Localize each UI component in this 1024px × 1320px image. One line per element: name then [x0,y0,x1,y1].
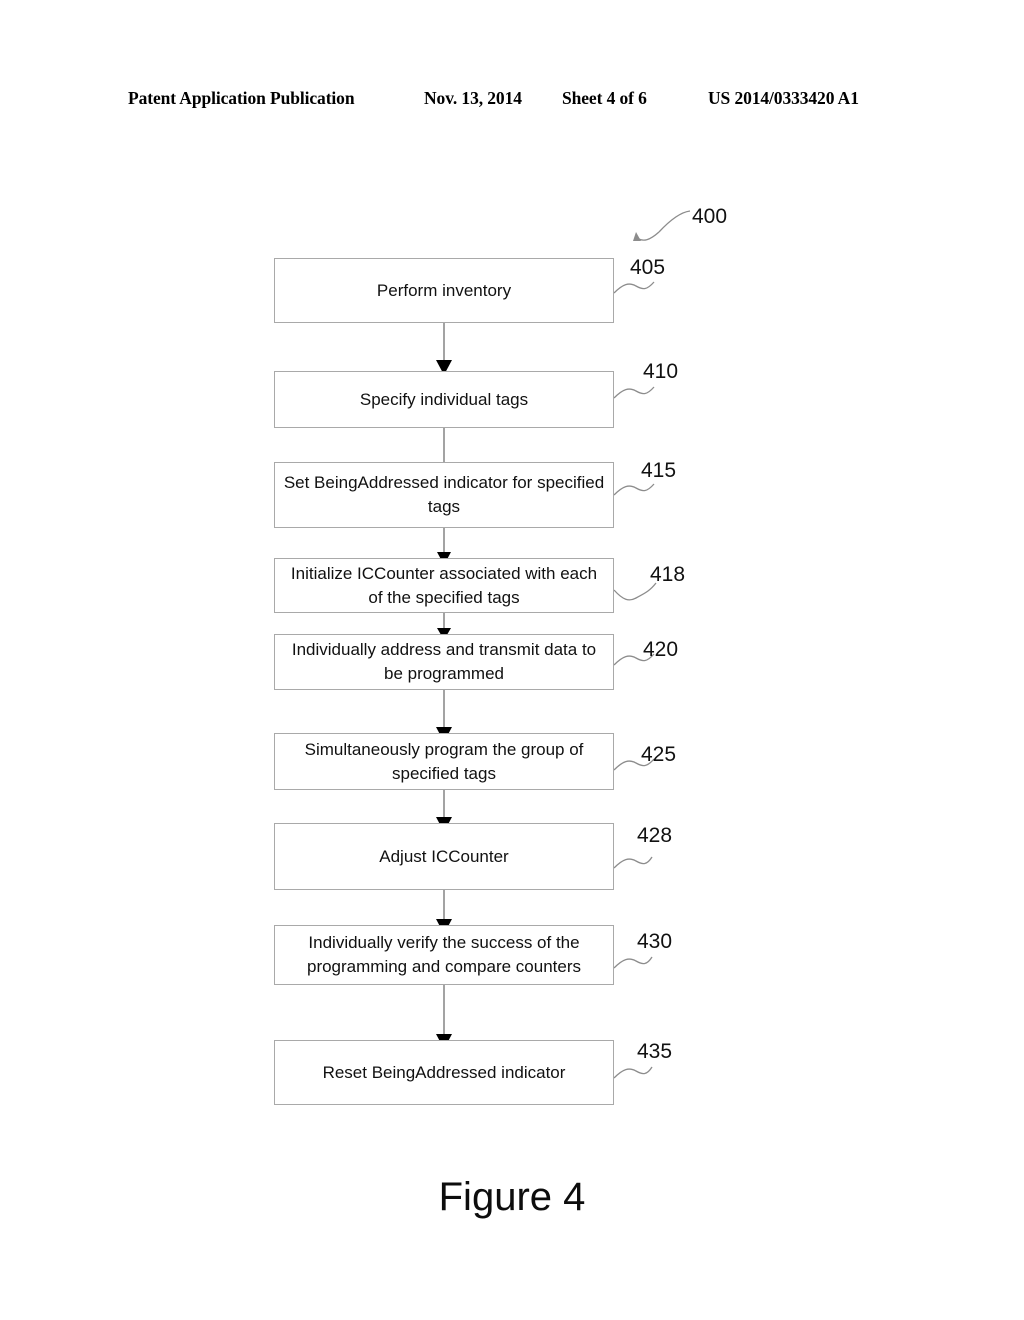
flow-step-420-label: Individually address and transmit data t… [291,640,597,683]
flow-step-425[interactable]: Simultaneously program the group of spec… [274,733,614,790]
flow-step-410-label: Specify individual tags [359,389,529,409]
flow-step-420[interactable]: Individually address and transmit data t… [274,634,614,690]
flow-step-435[interactable]: Reset BeingAddressed indicator [274,1040,614,1105]
flowchart-diagram: 400 405 410 415 418 420 425 428 430 435 … [0,0,1024,1320]
ref-numeral-410: 410 [643,360,679,383]
flow-step-410[interactable]: Specify individual tags [274,371,614,428]
ref-numeral-415: 415 [641,459,677,482]
flow-step-415-label: Set BeingAddressed indicator for specifi… [283,473,605,516]
flow-step-430[interactable]: Individually verify the success of the p… [274,925,614,985]
ref-numeral-418: 418 [650,563,686,586]
flow-step-405[interactable]: Perform inventory [274,258,614,323]
flow-step-428[interactable]: Adjust ICCounter [274,823,614,890]
flow-step-418[interactable]: Initialize ICCounter associated with eac… [274,558,614,613]
ref-numeral-435: 435 [637,1040,673,1063]
flow-step-405-label: Perform inventory [376,280,512,300]
figure-caption: Figure 4 [438,1175,586,1219]
flow-step-415[interactable]: Set BeingAddressed indicator for specifi… [274,462,614,528]
ref-numeral-428: 428 [637,824,673,847]
ref-numeral-420: 420 [643,638,679,661]
flow-step-428-label: Adjust ICCounter [379,846,509,866]
flow-step-418-label: Initialize ICCounter associated with eac… [290,563,598,607]
ref-numeral-400: 400 [692,205,728,228]
ref-numeral-425: 425 [641,743,677,766]
flow-step-425-label: Simultaneously program the group of spec… [304,739,584,783]
flow-step-430-label: Individually verify the success of the p… [306,933,582,976]
ref-numeral-430: 430 [637,930,673,953]
flow-step-435-label: Reset BeingAddressed indicator [322,1062,566,1082]
ref-numeral-405: 405 [630,256,666,279]
